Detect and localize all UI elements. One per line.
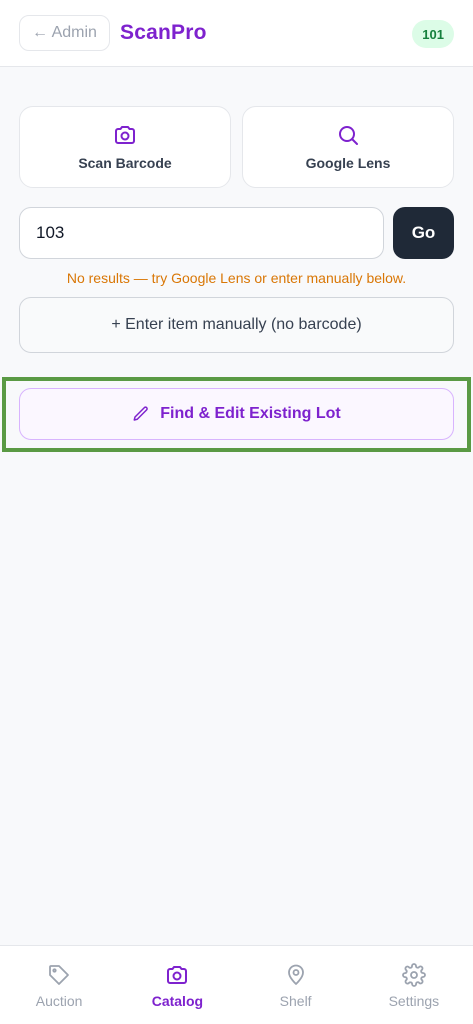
nav-settings-label: Settings [388,993,440,1009]
app-brand: ScanPro [120,21,207,44]
camera-icon [167,966,188,984]
count-badge: 101 [412,20,454,48]
google-lens-button[interactable]: Google Lens [242,106,454,188]
find-edit-lot-button[interactable]: Find & Edit Existing Lot [19,388,454,440]
nav-shelf[interactable]: Shelf [237,946,355,1024]
scan-barcode-label: Scan Barcode [78,155,172,171]
app-root: ← Admin ScanPro 101 Scan Barcode Google … [0,0,473,1024]
enter-manually-button[interactable]: + Enter item manually (no barcode) [19,297,454,353]
no-results-message: No results — try Google Lens or enter ma… [66,270,407,286]
back-to-admin-button[interactable]: ← Admin [19,15,110,51]
camera-icon [115,126,135,144]
nav-catalog-label: Catalog [151,993,204,1009]
go-button[interactable]: Go [393,207,454,259]
gear-icon [402,963,426,987]
header: ← Admin ScanPro 101 [0,0,473,67]
scan-barcode-button[interactable]: Scan Barcode [19,106,231,188]
nav-shelf-label: Shelf [279,993,312,1009]
nav-auction[interactable]: Auction [0,946,118,1024]
nav-auction-label: Auction [35,993,83,1009]
map-pin-icon [287,964,304,985]
nav-settings[interactable]: Settings [355,946,473,1024]
search-icon [339,126,358,145]
tag-icon [49,965,70,985]
nav-catalog[interactable]: Catalog [118,946,236,1024]
google-lens-label: Google Lens [305,155,391,171]
find-edit-lot-label: Find & Edit Existing Lot [160,405,341,422]
barcode-search-input[interactable] [19,207,384,259]
bottom-nav: Auction Catalog Shelf Settings [0,945,473,1024]
pencil-icon [133,406,149,421]
